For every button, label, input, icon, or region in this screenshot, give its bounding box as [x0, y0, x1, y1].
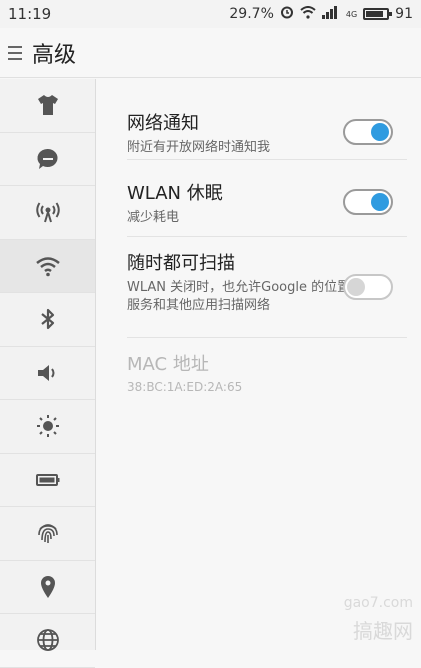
sidebar-item-battery[interactable]: [0, 454, 95, 507]
watermark-brand: 搞趣网: [353, 619, 413, 643]
title-bar: 高级: [0, 28, 421, 78]
brightness-icon: [36, 415, 59, 438]
setting-title: 随时都可扫描: [127, 253, 235, 274]
menu-icon[interactable]: [8, 45, 22, 60]
wifi-signal-icon: [300, 5, 316, 23]
sidebar-item-display[interactable]: [0, 400, 95, 454]
status-indicators: 29.7% 4G 91: [229, 5, 413, 23]
bluetooth-icon: [40, 309, 54, 330]
sidebar-item-hotspot[interactable]: [0, 186, 95, 240]
scan-anytime-toggle[interactable]: [343, 274, 393, 300]
battery-level: 91: [395, 6, 413, 22]
status-bar: 11:19 29.7% 4G 91: [0, 0, 421, 28]
sidebar-item-language[interactable]: [0, 614, 95, 668]
status-time: 11:19: [8, 5, 52, 23]
divider: [127, 159, 407, 160]
sidebar-item-fingerprint[interactable]: [0, 507, 95, 561]
hotspot-icon: [35, 202, 60, 223]
chat-bubble-icon: [36, 148, 58, 169]
mac-address-value: 38:BC:1A:ED:2A:65: [127, 380, 243, 394]
page-title: 高级: [32, 42, 77, 68]
sidebar-item-bluetooth[interactable]: [0, 293, 95, 347]
wifi-icon: [35, 257, 60, 277]
network-type: 4G: [345, 9, 358, 19]
setting-scan-anytime[interactable]: 随时都可扫描 WLAN 关闭时，也允许Google 的位置服务和其他应用扫描网络: [127, 249, 352, 315]
sidebar-item-sound[interactable]: [0, 347, 95, 400]
globe-icon: [36, 629, 59, 652]
sidebar-item-notifications[interactable]: [0, 133, 95, 186]
sidebar-item-location[interactable]: [0, 561, 95, 614]
sidebar: [0, 79, 96, 668]
cell-signal-icon: [321, 5, 340, 23]
network-notify-toggle[interactable]: [343, 119, 393, 145]
sidebar-item-wlan[interactable]: [0, 239, 95, 293]
watermark: gao7.com 搞趣网: [344, 595, 413, 644]
settings-panel: 网络通知 附近有开放网络时通知我 WLAN 休眠 减少耗电 随时都可扫描 WLA…: [97, 79, 421, 650]
battery-icon: [35, 473, 59, 486]
battery-status-icon: [363, 8, 393, 20]
setting-subtitle: WLAN 关闭时，也允许Google 的位置服务和其他应用扫描网络: [127, 280, 351, 313]
fingerprint-icon: [37, 524, 58, 544]
divider: [127, 236, 407, 237]
shirt-icon: [37, 95, 58, 116]
watermark-site: gao7.com: [343, 595, 413, 611]
divider: [127, 337, 407, 338]
setting-mac-address: MAC 地址 38:BC:1A:ED:2A:65: [127, 350, 392, 394]
sidebar-item-theme[interactable]: [0, 79, 95, 133]
mac-address-label: MAC 地址: [127, 354, 209, 375]
location-icon: [40, 575, 55, 598]
status-percent: 29.7%: [229, 6, 274, 22]
wlan-sleep-toggle[interactable]: [343, 189, 393, 215]
alarm-icon: [280, 5, 294, 23]
speaker-icon: [37, 364, 54, 381]
